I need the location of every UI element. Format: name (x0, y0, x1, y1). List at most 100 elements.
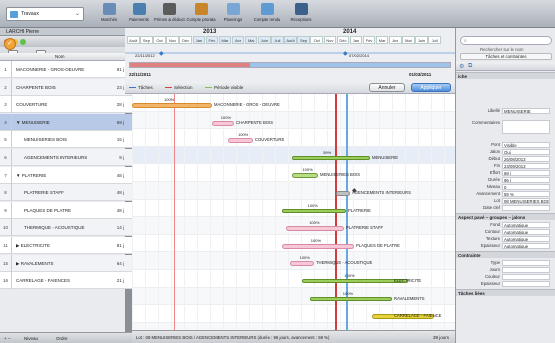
property-value[interactable]: 23/09/2013 (502, 163, 550, 169)
range-start-label: 22/11/2011 (129, 72, 152, 77)
table-row[interactable]: 15 ▶ RAVALEMENTS 64 j (0, 254, 132, 272)
gantt-bar[interactable] (132, 103, 212, 108)
gantt-bar-label: CARRELAGE - FAIENCE (394, 313, 442, 319)
month-cell[interactable]: Juin (258, 36, 271, 44)
toolbar-item[interactable]: Compte prorata (186, 3, 216, 27)
month-cell[interactable]: Déc (336, 36, 350, 44)
date-start: 22/11/2012 (135, 53, 155, 58)
property-value[interactable]: Visible (502, 142, 550, 148)
gantt-bar[interactable] (290, 261, 314, 267)
gantt-bar[interactable] (302, 279, 408, 283)
table-row[interactable]: 1 MACONNERIE - GROS-OEUVRE 91 j (0, 61, 132, 78)
toolbar-item[interactable]: Compte rendu (252, 3, 282, 27)
property-value[interactable] (502, 260, 550, 266)
zoom-window-button[interactable] (20, 39, 26, 45)
month-cell[interactable]: Oct (153, 36, 166, 44)
level-label[interactable]: Niveau (24, 336, 38, 341)
table-row[interactable]: 5 MENUISERIES BOIS 15 j (0, 131, 132, 149)
property-value[interactable]: 26/08/2013 (502, 156, 550, 162)
month-cell[interactable]: Déc (179, 36, 192, 44)
table-row[interactable]: 11 ▶ ELECTRICITE 81 j (0, 237, 132, 254)
month-cell[interactable]: Sep (140, 36, 153, 44)
month-cell[interactable]: Jan (349, 36, 363, 44)
month-cell[interactable]: Juil (428, 36, 441, 44)
month-cell[interactable]: Fév (205, 36, 219, 44)
gantt-bar[interactable] (212, 120, 234, 126)
month-cell[interactable]: Mai (244, 36, 258, 44)
month-cell[interactable]: Oct (310, 36, 323, 44)
gantt-bar[interactable] (310, 296, 392, 301)
table-row[interactable]: 6 AGENCEMENTS INTERIEURS 9 j (0, 149, 132, 166)
month-cell[interactable]: Août (284, 36, 297, 44)
settings-icon[interactable]: ⚙ (459, 63, 464, 70)
table-row[interactable]: 4 ▼ MENUISERIE 69 j (0, 113, 132, 131)
toolbar-item[interactable]: Réceptions (286, 3, 316, 27)
table-row[interactable]: 9 PLAQUES DE PLATRE 48 j (0, 201, 132, 219)
property-value[interactable]: Automatique (502, 222, 550, 228)
month-cell[interactable]: Août (127, 36, 140, 44)
month-cell[interactable]: Jan (192, 36, 206, 44)
apply-button[interactable]: Appliquer (411, 83, 451, 92)
table-row[interactable]: 2 CHARPENTE BOIS 23 j (0, 78, 132, 96)
property-value[interactable] (502, 274, 550, 280)
project-select[interactable]: Travaux ⌄ (6, 7, 84, 21)
month-cell[interactable]: Mai (402, 36, 415, 44)
month-cell[interactable]: Juin (415, 36, 428, 44)
gantt-bar[interactable] (292, 173, 318, 179)
add-icon[interactable]: + – (4, 336, 10, 341)
month-cell[interactable]: Mar (218, 36, 232, 44)
tasks-constraints-selector[interactable]: Tâches et contraintes (460, 53, 552, 60)
gantt-bar-percent: 100% (342, 290, 354, 296)
gantt-bar[interactable] (282, 208, 346, 213)
toolbar-item[interactable]: Plannings (218, 3, 248, 27)
gantt-bar[interactable] (292, 155, 370, 160)
property-value[interactable] (502, 120, 550, 134)
property-value[interactable] (502, 281, 550, 287)
table-row[interactable]: 10 THERMIQUE - ACOUSTIQUE 14 j (0, 219, 132, 237)
property-value[interactable]: 08 MENUISERIES BOIS / A (502, 198, 550, 204)
cancel-button[interactable]: Annuler (369, 83, 405, 92)
order-label[interactable]: Ordre (56, 336, 68, 341)
month-cell[interactable]: Avr (231, 36, 245, 44)
gear-icon[interactable]: ✓ (4, 38, 16, 50)
property-value[interactable]: Oui (502, 149, 550, 155)
month-cell[interactable]: Fév (362, 36, 376, 44)
property-value[interactable]: Automatique (502, 243, 550, 249)
month-cell[interactable]: Mar (375, 36, 389, 44)
gantt-bar[interactable] (286, 226, 344, 232)
month-cell[interactable]: Juil (271, 36, 284, 44)
toolbar-item[interactable]: Marchés (94, 3, 124, 27)
toolbar-item[interactable]: Paiements (124, 3, 154, 27)
table-row[interactable]: 16 CARRELAGE - FAIENCES 21 j (0, 272, 132, 290)
row-name: ▶ ELECTRICITE (16, 243, 50, 248)
month-cell[interactable]: Nov (166, 36, 179, 44)
month-cell[interactable]: Sep (297, 36, 310, 44)
property-value[interactable]: 0 (502, 184, 550, 190)
marker-end-icon[interactable]: ◆ (343, 50, 348, 57)
range-slider[interactable] (129, 62, 451, 68)
inspector-property: Epaisseur Automatique (456, 243, 555, 249)
property-value[interactable]: 59 % (502, 191, 550, 197)
gantt-bar[interactable] (336, 191, 350, 196)
table-row[interactable]: 7 ▼ PLATRERIE 48 j (0, 166, 132, 184)
gantt-bar[interactable] (282, 243, 354, 249)
gantt-bar[interactable] (228, 138, 253, 144)
link-icon[interactable]: ⧉ (468, 63, 472, 70)
property-value[interactable]: Automatique (502, 236, 550, 242)
property-value[interactable] (502, 205, 550, 211)
property-value[interactable] (502, 267, 550, 273)
property-value[interactable]: MENUISERIE (502, 108, 550, 114)
table-row[interactable]: 8 PLATRERIE STAFF 48 j (0, 184, 132, 202)
toolbar-item[interactable]: Primes & déduct. (154, 3, 186, 27)
gantt-bar-label: MENUISERIE (372, 154, 399, 160)
gantt-bar-label: MACONNERIE - GROS - OEUVRE (214, 102, 280, 107)
property-value[interactable]: 68 j (502, 170, 550, 176)
search-input[interactable]: ⌕ (460, 36, 552, 45)
table-row[interactable]: 3 COUVERTURE 28 j (0, 96, 132, 114)
marker-start-icon[interactable]: ◆ (159, 50, 164, 57)
property-value[interactable]: 96 j (502, 177, 550, 183)
row-name: AGENCEMENTS INTERIEURS (24, 155, 88, 160)
property-value[interactable]: Automatique (502, 229, 550, 235)
month-cell[interactable]: Avr (389, 36, 402, 44)
month-cell[interactable]: Nov (323, 36, 337, 44)
